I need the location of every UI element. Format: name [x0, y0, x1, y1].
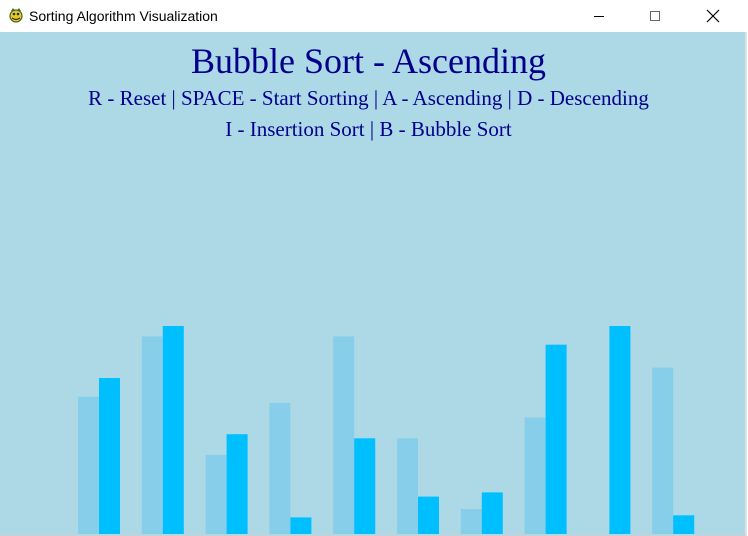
- bar-current-2: [162, 326, 184, 534]
- bar-chart: [78, 326, 695, 534]
- bar-current-1: [99, 378, 120, 534]
- bar-current-9: [609, 326, 631, 534]
- bar-previous-4: [269, 403, 291, 534]
- minimize-button[interactable]: [576, 0, 622, 31]
- bar-previous-3: [205, 455, 227, 534]
- maximize-button[interactable]: [632, 0, 678, 31]
- window-title: Sorting Algorithm Visualization: [29, 8, 218, 24]
- app-window: Sorting Algorithm Visualization Bubble S…: [0, 0, 748, 536]
- pygame-snake-icon: [9, 8, 23, 23]
- bar-previous-2: [141, 336, 163, 534]
- bar-current-8: [545, 344, 567, 534]
- visualization-canvas[interactable]: Bubble Sort - Ascending R - Reset | SPAC…: [0, 32, 747, 536]
- bar-current-4: [290, 517, 312, 534]
- bar-previous-1: [78, 396, 99, 534]
- close-button[interactable]: [690, 0, 736, 31]
- bar-previous-10: [652, 367, 674, 534]
- bar-previous-7: [460, 509, 482, 534]
- bar-current-7: [481, 492, 503, 534]
- maximize-icon: [650, 10, 660, 21]
- title-bar[interactable]: Sorting Algorithm Visualization: [0, 0, 748, 32]
- bar-previous-8: [524, 417, 546, 534]
- close-icon: [706, 9, 720, 22]
- bar-current-10: [673, 515, 695, 534]
- bar-current-6: [418, 496, 439, 534]
- bar-current-5: [354, 438, 376, 534]
- bar-previous-5: [333, 336, 355, 534]
- minimize-icon: [594, 15, 604, 17]
- bar-current-3: [226, 434, 248, 534]
- bar-previous-6: [397, 438, 418, 534]
